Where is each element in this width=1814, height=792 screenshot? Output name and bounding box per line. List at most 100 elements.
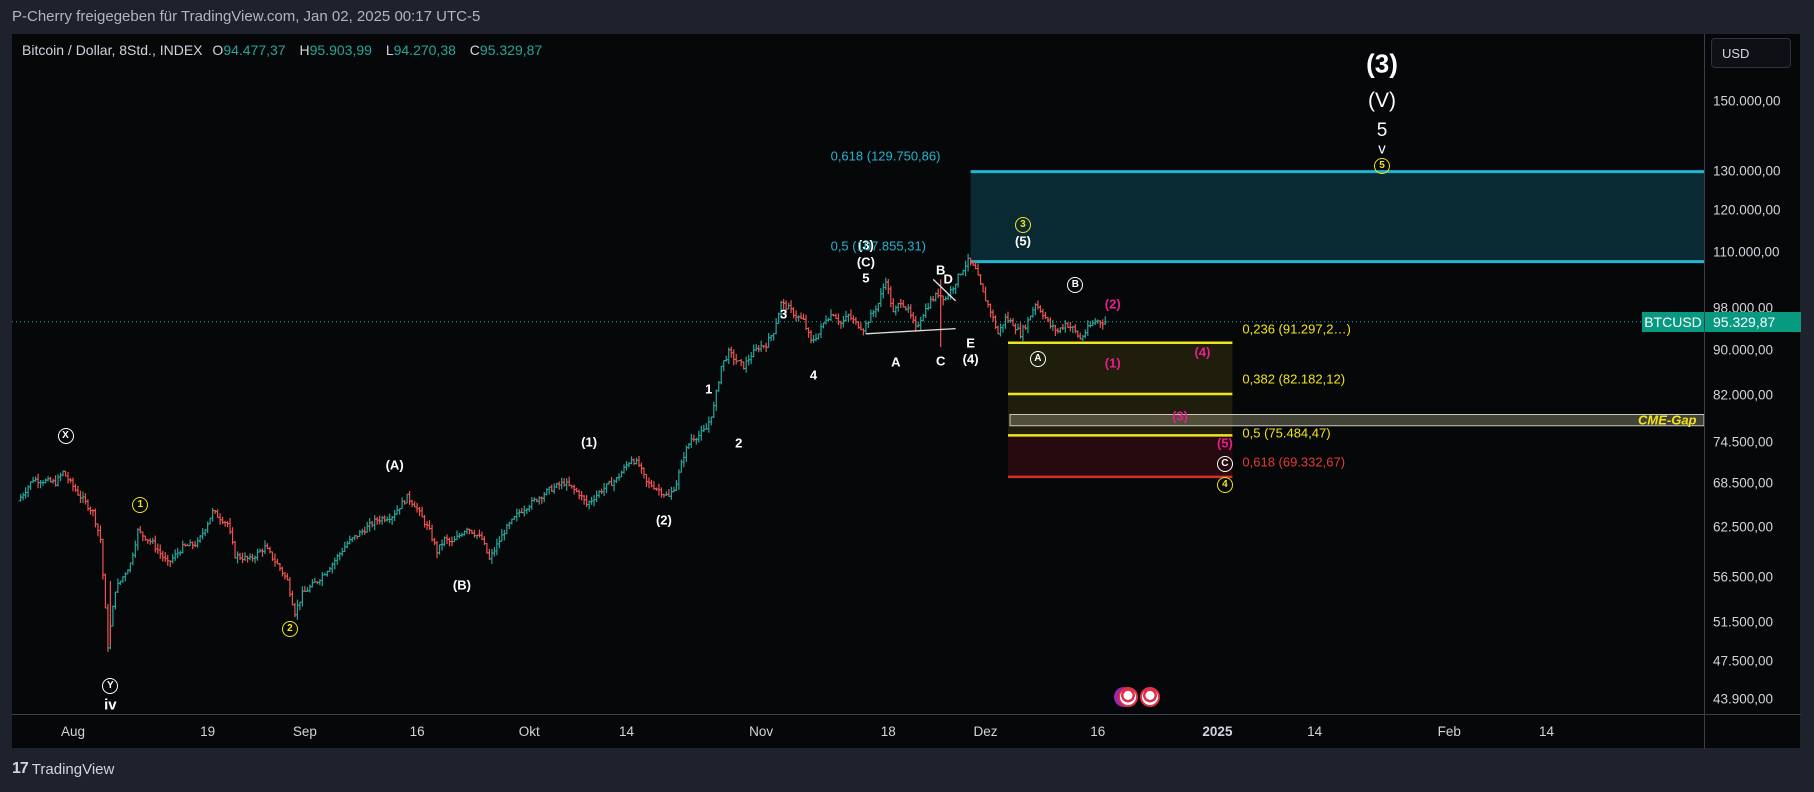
wave-label: 3 — [1014, 215, 1031, 234]
time-axis[interactable]: Aug 19 Sep 16 Okt 14 Nov 18 Dez 16 2025 14 Feb 14 — [12, 714, 1704, 749]
price-tick-label: 47.500,00 — [1713, 653, 1774, 669]
tradingview-logo-icon: 17 — [12, 760, 29, 777]
cme-gap-label: CME-Gap — [1638, 412, 1697, 428]
wave-label: C — [1216, 454, 1233, 473]
fib-retracement-label: 0,382 (82.182,12) — [1242, 371, 1346, 387]
time-tick-label: Okt — [518, 724, 540, 739]
us-flag-event-icon[interactable] — [1140, 687, 1161, 707]
time-tick-label: Dez — [973, 724, 998, 739]
price-tick-label: 130.000,00 — [1713, 163, 1781, 179]
wave-label: 1 — [705, 381, 713, 397]
price-tick-label: 82.000,00 — [1713, 387, 1774, 403]
price-tick-label: 120.000,00 — [1713, 202, 1781, 218]
price-tick-label: 110.000,00 — [1713, 244, 1780, 260]
price-tick-label: 43.900,00 — [1713, 691, 1774, 707]
us-flag-event-icon[interactable] — [1117, 687, 1138, 707]
wave-label: X — [57, 426, 74, 445]
wave-label: D — [943, 271, 953, 287]
low-label: L — [385, 42, 394, 58]
wave-label: v — [1378, 140, 1386, 158]
wave-label: E — [966, 335, 975, 351]
wave-label: A — [1029, 349, 1046, 367]
wave-label: 1 — [132, 495, 149, 513]
wave-label: (4) — [1194, 344, 1211, 360]
wave-label: 3 — [779, 306, 788, 322]
wave-label-circle: Y — [102, 678, 119, 695]
wave-label: (3) — [1366, 48, 1398, 79]
price-tick-label: 56.500,00 — [1713, 569, 1774, 584]
wave-label: 5 — [1376, 120, 1388, 142]
time-tick-label: 16 — [1090, 724, 1106, 739]
open-label: O — [212, 42, 224, 58]
fib-extension-label: 0,618 (129.750,86) — [830, 148, 941, 164]
wave-label: B — [1067, 275, 1084, 294]
chart-canvas[interactable] — [12, 34, 1704, 714]
wave-label-circle: 3 — [1014, 217, 1031, 234]
fib-retracement-label: 0,236 (91.297,2…) — [1242, 321, 1351, 337]
fib-retracement-label: 0,5 (75.484,47) — [1242, 425, 1331, 441]
low-value: 94.270,38 — [393, 42, 456, 58]
symbol-legend: Bitcoin / Dollar, 8Std., INDEX O94.477,3… — [22, 42, 552, 58]
wave-label: C — [935, 353, 946, 369]
wave-label: (1) — [1104, 355, 1121, 371]
wave-label: (V) — [1368, 89, 1396, 112]
fib-extension-label: 0,5 (107.855,31) — [830, 238, 926, 254]
high-value: 95.903,99 — [309, 42, 372, 58]
wave-label-circle: 5 — [1374, 158, 1390, 175]
price-tick-label: 62.500,00 — [1713, 519, 1774, 535]
time-tick-label: 19 — [200, 724, 216, 739]
time-tick-label: 14 — [1307, 724, 1323, 739]
close-label: C — [469, 42, 480, 58]
wave-label: (5) — [1015, 233, 1031, 249]
wave-label: A — [891, 354, 901, 370]
axis-corner — [1704, 714, 1801, 749]
price-tick-label: 150.000,00 — [1713, 93, 1781, 109]
high-label: H — [299, 42, 310, 58]
wave-label-circle: 4 — [1216, 477, 1233, 494]
wave-label: (1) — [581, 434, 598, 450]
wave-label: (B) — [452, 577, 471, 593]
share-attribution: P-Cherry freigegeben für TradingView.com… — [12, 8, 481, 25]
time-tick-label: 2025 — [1202, 724, 1233, 739]
wave-label: (3) — [1172, 408, 1188, 424]
price-axis[interactable]: USD 150.000,00 130.000,00 120.000,00 110.00… — [1704, 34, 1801, 714]
wave-label-circle: 2 — [281, 621, 298, 638]
symbol-price-tag: BTCUSD — [1642, 311, 1704, 332]
price-tick-label: 74.500,00 — [1713, 434, 1774, 450]
time-tick-label: Aug — [60, 724, 86, 739]
current-price-tag: 95.329,87 — [1705, 311, 1801, 332]
currency-button[interactable]: USD — [1711, 38, 1791, 68]
footer-branding[interactable]: 17 TradingView — [12, 760, 114, 778]
wave-label: iv — [104, 696, 117, 714]
wave-label: 5 — [1374, 156, 1390, 175]
wave-label: (5) — [1216, 435, 1233, 451]
wave-label-circle: X — [57, 428, 74, 445]
price-tick-label: 90.000,00 — [1713, 342, 1774, 358]
symbol-name: Bitcoin / Dollar, 8Std., INDEX — [22, 42, 203, 58]
time-tick-label: 14 — [619, 724, 635, 739]
wave-label: 2 — [281, 619, 298, 638]
wave-label: 2 — [735, 435, 743, 451]
wave-label: (C) — [856, 254, 875, 270]
time-tick-label: Feb — [1437, 724, 1461, 739]
wave-label: (A) — [385, 457, 404, 473]
triangle-lower-line — [865, 327, 956, 335]
time-tick-label: 14 — [1539, 724, 1555, 739]
wave-label: (4) — [962, 351, 979, 367]
close-value: 95.329,87 — [479, 42, 543, 58]
time-tick-label: 16 — [409, 724, 425, 739]
price-tick-label: 68.500,00 — [1713, 475, 1774, 491]
fib-retracement-label: 0,618 (69.332,67) — [1242, 454, 1346, 470]
wave-label: 4 — [1216, 475, 1233, 494]
cme-gap-box — [1009, 413, 1704, 427]
wave-label: (2) — [655, 512, 672, 528]
wave-label: Y — [102, 676, 119, 695]
time-tick-label: 18 — [880, 724, 896, 739]
wave-label: 5 — [862, 270, 870, 286]
wave-label-circle: B — [1067, 277, 1084, 294]
chart-panel[interactable]: X Yiv 1 2 (A) (B) (1) (2) 1 2 3 4 (3) (C) 5 A B D C E (4) 3 (5… — [12, 34, 1801, 749]
open-value: 94.477,37 — [223, 42, 286, 58]
fib-retracement-deep-zone — [1008, 435, 1233, 477]
plot-area[interactable]: X Yiv 1 2 (A) (B) (1) (2) 1 2 3 4 (3) (C) 5 A B D C E (4) 3 (5… — [12, 34, 1704, 714]
price-tick-label: 51.500,00 — [1713, 614, 1774, 630]
